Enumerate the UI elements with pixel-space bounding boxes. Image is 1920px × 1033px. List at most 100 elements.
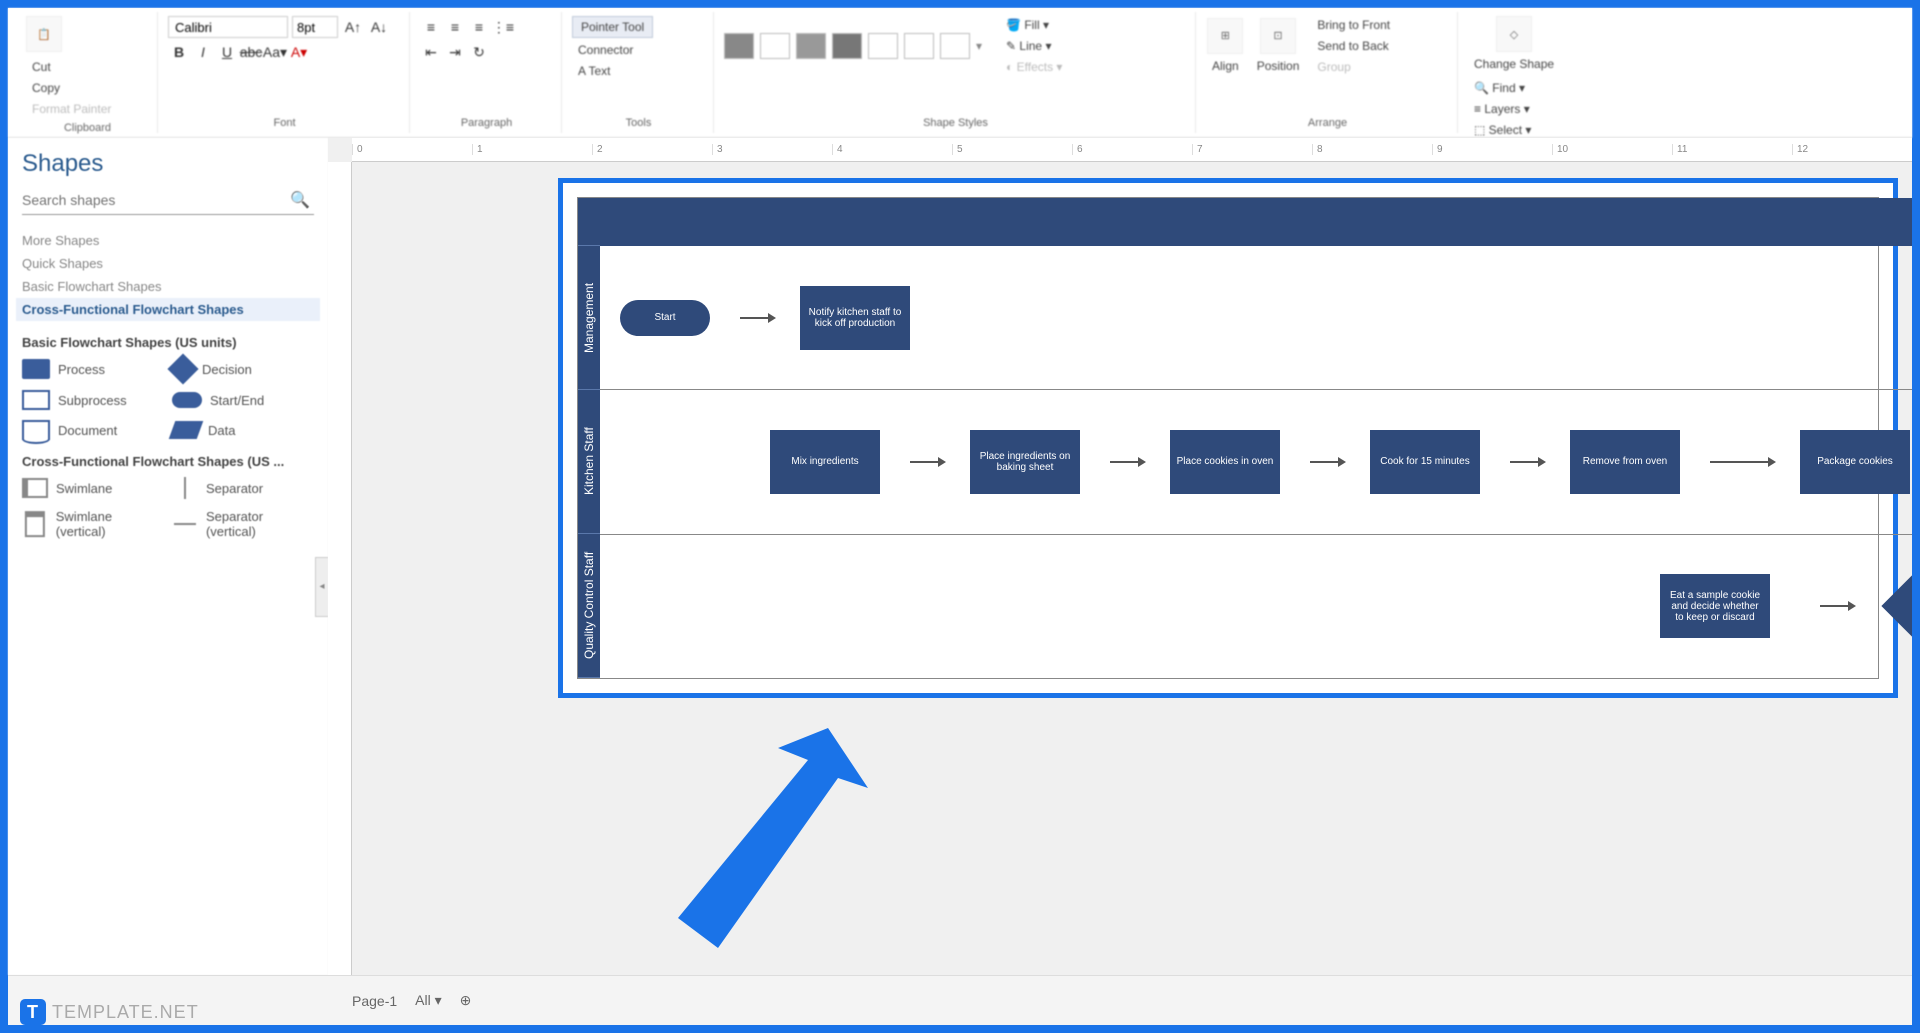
connector-icon[interactable] (1510, 461, 1540, 463)
bold-button[interactable]: B (168, 41, 190, 63)
text-tool-button[interactable]: A Text (572, 62, 616, 80)
bullets-button[interactable]: ⋮≡ (492, 16, 514, 38)
indent-left-button[interactable]: ⇤ (420, 41, 442, 63)
shape-process[interactable]: Process (22, 358, 164, 380)
shape-startend[interactable]: Start/End (172, 390, 314, 410)
node-mix[interactable]: Mix ingredients (770, 430, 880, 494)
fill-button[interactable]: 🪣 Fill ▾ (1000, 16, 1055, 34)
connector-tool-button[interactable]: Connector (572, 41, 639, 59)
shape-separator-vertical[interactable]: Separator (vertical) (172, 509, 314, 539)
page-tab[interactable]: Page-1 (352, 993, 397, 1009)
node-sample[interactable]: Eat a sample cookie and decide whether t… (1660, 574, 1770, 638)
node-package[interactable]: Package cookies (1800, 430, 1910, 494)
shape-swimlane-vertical[interactable]: Swimlane (vertical) (22, 509, 164, 539)
node-remove[interactable]: Remove from oven (1570, 430, 1680, 494)
panel-collapse-handle[interactable]: ◂ (315, 557, 328, 617)
stencil-more-shapes[interactable]: More Shapes (22, 229, 314, 252)
indent-right-button[interactable]: ⇥ (444, 41, 466, 63)
watermark-badge: T (20, 999, 46, 1025)
stencil-cross-functional[interactable]: Cross-Functional Flowchart Shapes (16, 298, 320, 321)
style-swatch[interactable] (832, 33, 862, 59)
shape-swimlane[interactable]: Swimlane (22, 477, 164, 499)
line-button[interactable]: ✎ Line ▾ (1000, 37, 1057, 55)
shape-data[interactable]: Data (172, 420, 314, 440)
stencil-quick-shapes[interactable]: Quick Shapes (22, 252, 314, 275)
tools-label: Tools (572, 117, 705, 129)
style-swatch[interactable] (940, 33, 970, 59)
stencil-basic-flowchart[interactable]: Basic Flowchart Shapes (22, 275, 314, 298)
align-button[interactable]: ⊞ (1207, 18, 1243, 54)
position-button[interactable]: ⊡ (1260, 18, 1296, 54)
increase-font-button[interactable]: A↑ (342, 16, 364, 38)
drawing-canvas[interactable]: 0123456789101112 Management Kitchen Staf… (328, 138, 1912, 975)
node-decide[interactable]: Keep or discard (1881, 543, 1912, 670)
search-icon[interactable]: 🔍 (286, 186, 314, 214)
node-start[interactable]: Start (620, 300, 710, 336)
pointer-tool-button[interactable]: Pointer Tool (572, 16, 653, 38)
ribbon-group-shapestyles: ▾ 🪣 Fill ▾ ✎ Line ▾ ◐ Effects ▾ Shape St… (716, 12, 1196, 133)
underline-button[interactable]: U (216, 41, 238, 63)
align-right-button[interactable]: ≡ (468, 16, 490, 38)
layers-button[interactable]: ≡ Layers ▾ (1468, 100, 1536, 118)
format-painter-button[interactable]: Format Painter (26, 100, 117, 118)
style-swatch[interactable] (724, 33, 754, 59)
decrease-font-button[interactable]: A↓ (368, 16, 390, 38)
effects-button[interactable]: ◐ Effects ▾ (1000, 58, 1068, 76)
connector-icon[interactable] (1110, 461, 1140, 463)
change-shape-button[interactable]: ◇ (1496, 16, 1532, 52)
align-center-button[interactable]: ≡ (444, 16, 466, 38)
paste-button[interactable]: 📋 (26, 16, 62, 52)
node-oven[interactable]: Place cookies in oven (1170, 430, 1280, 494)
cf-shapes-header: Cross-Functional Flowchart Shapes (US ..… (22, 454, 314, 469)
ribbon-group-tools: Pointer Tool Connector A Text Tools (564, 12, 714, 133)
find-button[interactable]: 🔍 Find ▾ (1468, 79, 1531, 97)
align-left-button[interactable]: ≡ (420, 16, 442, 38)
shape-decision[interactable]: Decision (172, 358, 314, 380)
node-notify[interactable]: Notify kitchen staff to kick off product… (800, 286, 910, 350)
connector-icon[interactable] (1710, 461, 1770, 463)
cut-button[interactable]: Cut (26, 58, 57, 76)
style-swatch[interactable] (796, 33, 826, 59)
font-family-select[interactable] (168, 16, 288, 38)
style-swatch[interactable] (868, 33, 898, 59)
font-label: Font (168, 117, 401, 129)
connector-icon[interactable] (1310, 461, 1340, 463)
shapes-panel-title: Shapes (22, 150, 314, 178)
all-pages-tab[interactable]: All ▾ (415, 992, 441, 1009)
ribbon-group-paragraph: ≡ ≡ ≡ ⋮≡ ⇤ ⇥ ↻ Paragraph (412, 12, 562, 133)
ruler-horizontal: 0123456789101112 (352, 138, 1912, 162)
shape-separator[interactable]: Separator (172, 477, 314, 499)
shapes-search-input[interactable] (22, 186, 286, 214)
select-button[interactable]: ⬚ Select ▾ (1468, 121, 1537, 139)
group-button[interactable]: Group (1311, 58, 1356, 76)
font-color-button[interactable]: A▾ (288, 41, 310, 63)
lane-title-qc[interactable]: Quality Control Staff (578, 534, 600, 678)
font-size-select[interactable] (292, 16, 338, 38)
strike-button[interactable]: abc (240, 41, 262, 63)
cross-functional-flowchart[interactable]: Management Kitchen Staff Quality Control… (577, 197, 1879, 679)
font-size-button[interactable]: Aa▾ (264, 41, 286, 63)
style-swatch[interactable] (904, 33, 934, 59)
bring-front-button[interactable]: Bring to Front (1311, 16, 1396, 34)
node-place[interactable]: Place ingredients on baking sheet (970, 430, 1080, 494)
lane-qc[interactable]: Eat a sample cookie and decide whether t… (600, 535, 1912, 678)
connector-icon[interactable] (740, 317, 770, 319)
lane-title-management[interactable]: Management (578, 246, 600, 390)
lane-kitchen[interactable]: Mix ingredients Place ingredients on bak… (600, 390, 1912, 534)
connector-icon[interactable] (1820, 605, 1850, 607)
lane-title-kitchen[interactable]: Kitchen Staff (578, 390, 600, 534)
status-bar: Page-1 All ▾ ⊕ (8, 975, 1912, 1025)
lane-management[interactable]: Start Notify kitchen staff to kick off p… (600, 246, 1912, 390)
shape-document[interactable]: Document (22, 420, 164, 440)
style-swatch[interactable] (760, 33, 790, 59)
shapes-search[interactable]: 🔍 (22, 186, 314, 215)
connector-icon[interactable] (910, 461, 940, 463)
send-back-button[interactable]: Send to Back (1311, 37, 1394, 55)
italic-button[interactable]: I (192, 41, 214, 63)
node-cook[interactable]: Cook for 15 minutes (1370, 430, 1480, 494)
phase-header[interactable]: Phase (600, 198, 1912, 246)
rotate-text-button[interactable]: ↻ (468, 41, 490, 63)
copy-button[interactable]: Copy (26, 79, 66, 97)
shape-subprocess[interactable]: Subprocess (22, 390, 164, 410)
add-page-button[interactable]: ⊕ (460, 992, 472, 1009)
